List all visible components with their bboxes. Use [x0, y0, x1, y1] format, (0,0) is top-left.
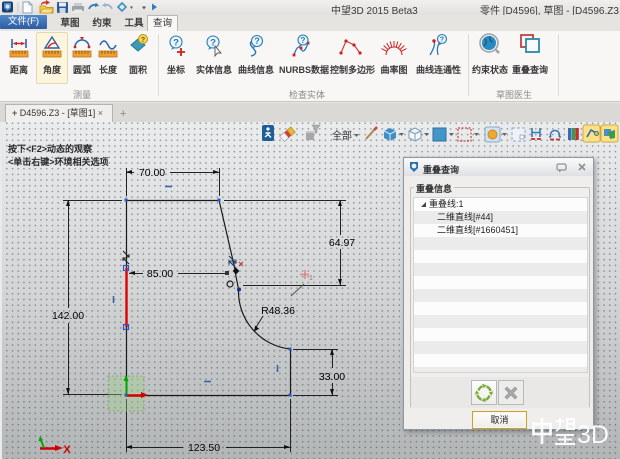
svg-text:X: X — [63, 444, 71, 456]
svg-text:?: ? — [141, 37, 145, 44]
svg-text:?: ? — [173, 37, 179, 48]
svg-text:全部: 全部 — [332, 129, 352, 142]
svg-text:R48.36: R48.36 — [261, 305, 295, 317]
svg-text:1: 1 — [309, 275, 313, 282]
svg-text:?: ? — [301, 36, 306, 45]
svg-text:70.00: 70.00 — [139, 167, 165, 179]
svg-text:3D: 3D — [577, 421, 609, 447]
svg-text:33.00: 33.00 — [319, 371, 345, 383]
svg-text:123.50: 123.50 — [188, 442, 220, 454]
svg-text:142.00: 142.00 — [52, 310, 84, 322]
svg-text:?: ? — [440, 34, 444, 43]
svg-text:64.97: 64.97 — [329, 237, 355, 249]
svg-text:?: ? — [254, 36, 259, 46]
svg-text:85.00: 85.00 — [147, 268, 173, 280]
